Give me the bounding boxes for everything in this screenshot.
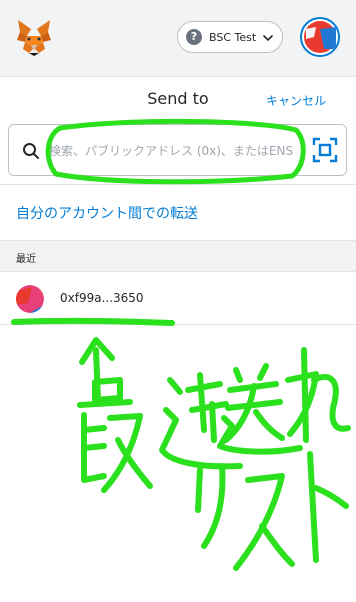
- search-box: [8, 124, 347, 176]
- network-selector[interactable]: ? BSC Test: [177, 21, 283, 53]
- transfer-between-accounts-link[interactable]: 自分のアカウント間での転送: [16, 203, 198, 223]
- recipient-identicon: [16, 285, 44, 313]
- help-icon: ?: [186, 29, 202, 45]
- recent-recipient-row[interactable]: 0xf99a...3650: [0, 272, 356, 325]
- recipient-search-input[interactable]: [49, 139, 301, 163]
- search-icon: [23, 143, 39, 159]
- account-identicon: [304, 21, 336, 53]
- recent-section-header: 最近: [0, 240, 356, 272]
- divider: [0, 184, 356, 185]
- app-header: ? BSC Test: [0, 0, 356, 77]
- cancel-button[interactable]: キャンセル: [266, 92, 326, 109]
- chevron-down-icon: [263, 35, 273, 42]
- network-label: BSC Test: [209, 30, 257, 44]
- metamask-fox-logo[interactable]: [14, 18, 54, 56]
- recent-section-label: 最近: [16, 254, 36, 265]
- qr-scan-icon[interactable]: [312, 137, 338, 163]
- account-avatar[interactable]: [300, 17, 340, 57]
- recipient-address: 0xf99a...3650: [60, 291, 144, 305]
